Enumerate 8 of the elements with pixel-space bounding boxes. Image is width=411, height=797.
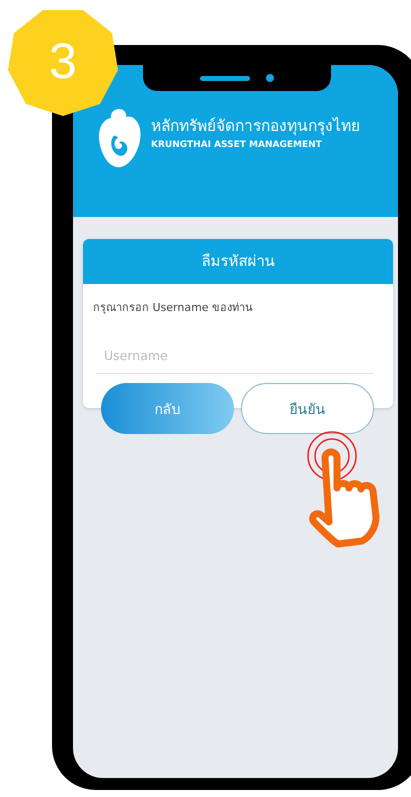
back-button[interactable]: กลับ [101,383,234,434]
card-title: ลืมรหัสผ่าน [83,239,393,284]
brand-subtitle: KRUNGTHAI ASSET MANAGEMENT [151,140,323,150]
confirm-button[interactable]: ยืนยัน [241,383,374,434]
prompt-text: กรุณากรอก Username ของท่าน [93,300,254,316]
brand-name: หลักทรัพย์จัดการกองทุนกรุงไทย [151,116,360,138]
username-field[interactable]: Username [96,342,373,374]
step-number: 3 [49,36,77,86]
